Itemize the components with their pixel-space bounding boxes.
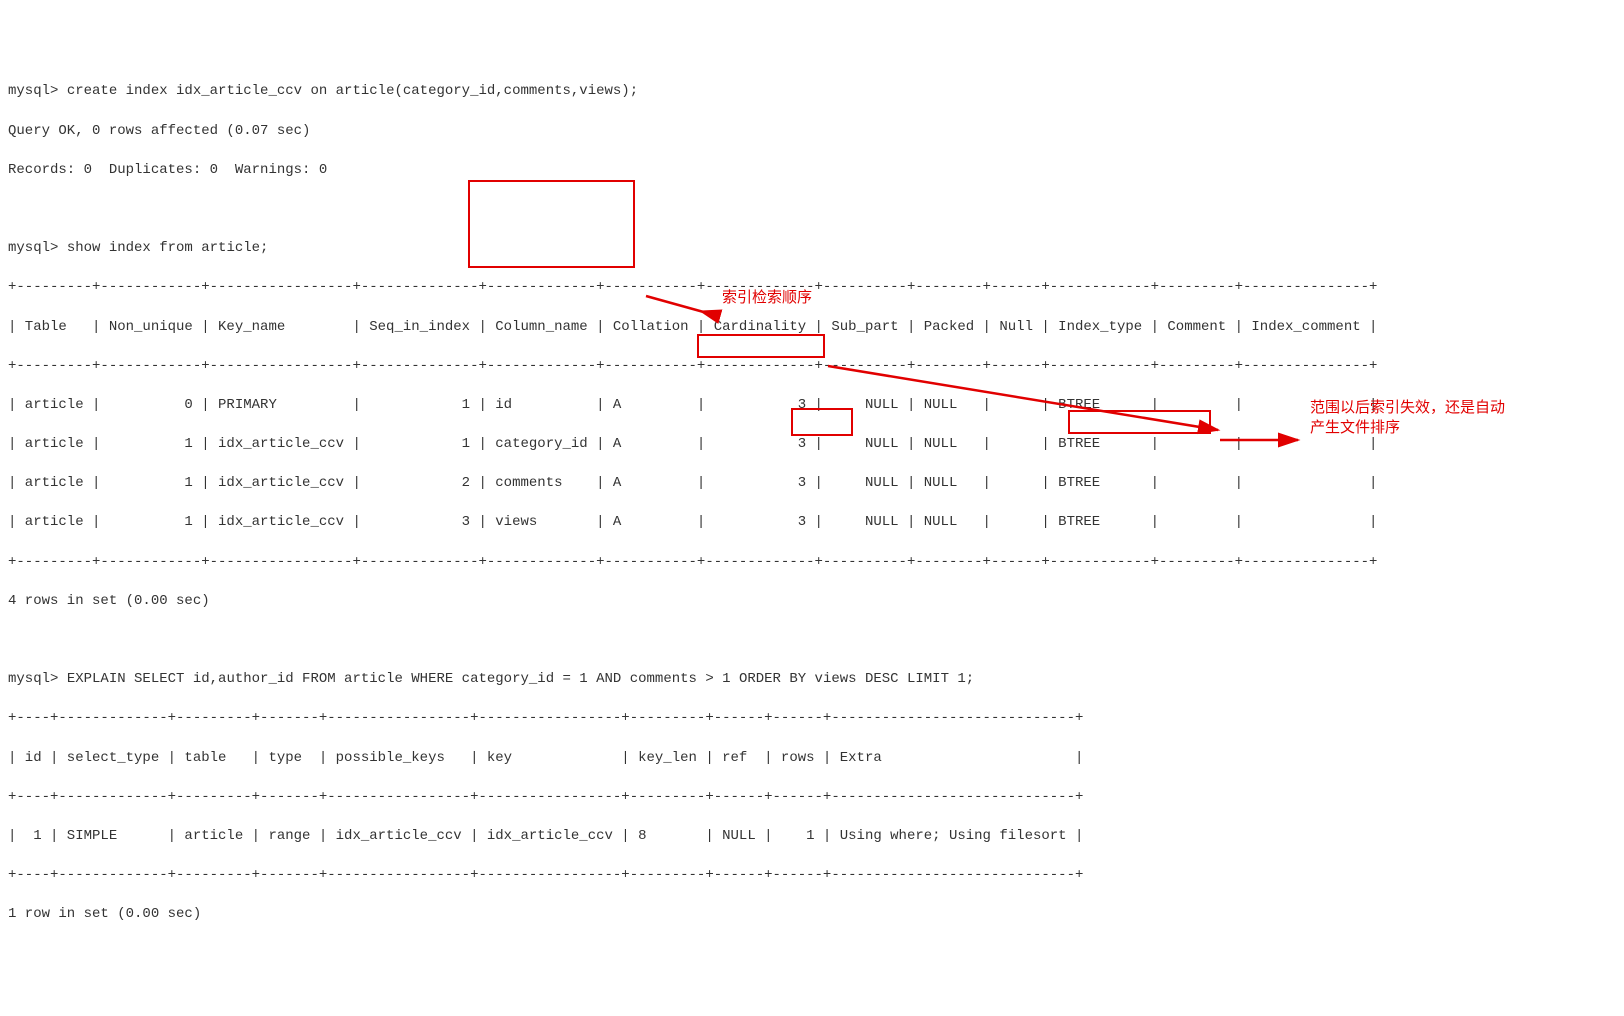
table-row: | article | 1 | idx_article_ccv | 2 | co… xyxy=(8,474,1616,494)
annotation-line: 范围以后索引失效，还是自动 xyxy=(1310,399,1505,416)
table-row: | article | 1 | idx_article_ccv | 3 | vi… xyxy=(8,513,1616,533)
annotation-line: 产生文件排序 xyxy=(1310,419,1400,436)
table-row: | 1 | SIMPLE | article | range | idx_art… xyxy=(8,827,1616,847)
sql-text: EXPLAIN SELECT id,author_id FROM article… xyxy=(67,671,630,687)
result-line: Query OK, 0 rows affected (0.07 sec) xyxy=(8,122,1616,142)
table-header: | id | select_type | table | type | poss… xyxy=(8,749,1616,769)
table-divider: +---------+------------+----------------… xyxy=(8,357,1616,377)
cmd-show-index: mysql> show index from article; xyxy=(8,239,1616,259)
sql-boxed-condition: comments > 1 xyxy=(630,671,731,687)
result-line: Records: 0 Duplicates: 0 Warnings: 0 xyxy=(8,161,1616,181)
mysql-prompt: mysql> xyxy=(8,240,67,256)
sql-text: ORDER BY views DESC LIMIT 1; xyxy=(731,671,975,687)
table-divider: +---------+------------+----------------… xyxy=(8,553,1616,573)
cmd-create-index: mysql> create index idx_article_ccv on a… xyxy=(8,82,1616,102)
result-footer: 1 row in set (0.00 sec) xyxy=(8,905,1616,925)
mysql-prompt: mysql> xyxy=(8,671,67,687)
mysql-prompt: mysql> xyxy=(8,83,67,99)
sql-text: create index idx_article_ccv on article(… xyxy=(67,83,638,99)
sql-text: show index from article; xyxy=(67,240,269,256)
table-divider: +----+-------------+---------+-------+--… xyxy=(8,709,1616,729)
annotation-filesort: 范围以后索引失效，还是自动 产生文件排序 xyxy=(1310,398,1590,437)
blank-line xyxy=(8,631,1616,651)
table-header: | Table | Non_unique | Key_name | Seq_in… xyxy=(8,318,1616,338)
result-footer: 4 rows in set (0.00 sec) xyxy=(8,592,1616,612)
annotation-index-order: 索引检索顺序 xyxy=(722,288,812,308)
table-divider: +----+-------------+---------+-------+--… xyxy=(8,866,1616,886)
highlight-comments-condition xyxy=(697,334,825,358)
cmd-explain: mysql> EXPLAIN SELECT id,author_id FROM … xyxy=(8,670,1616,690)
blank-line xyxy=(8,200,1616,220)
table-divider: +----+-------------+---------+-------+--… xyxy=(8,788,1616,808)
table-row: | article | 1 | idx_article_ccv | 1 | ca… xyxy=(8,435,1616,455)
